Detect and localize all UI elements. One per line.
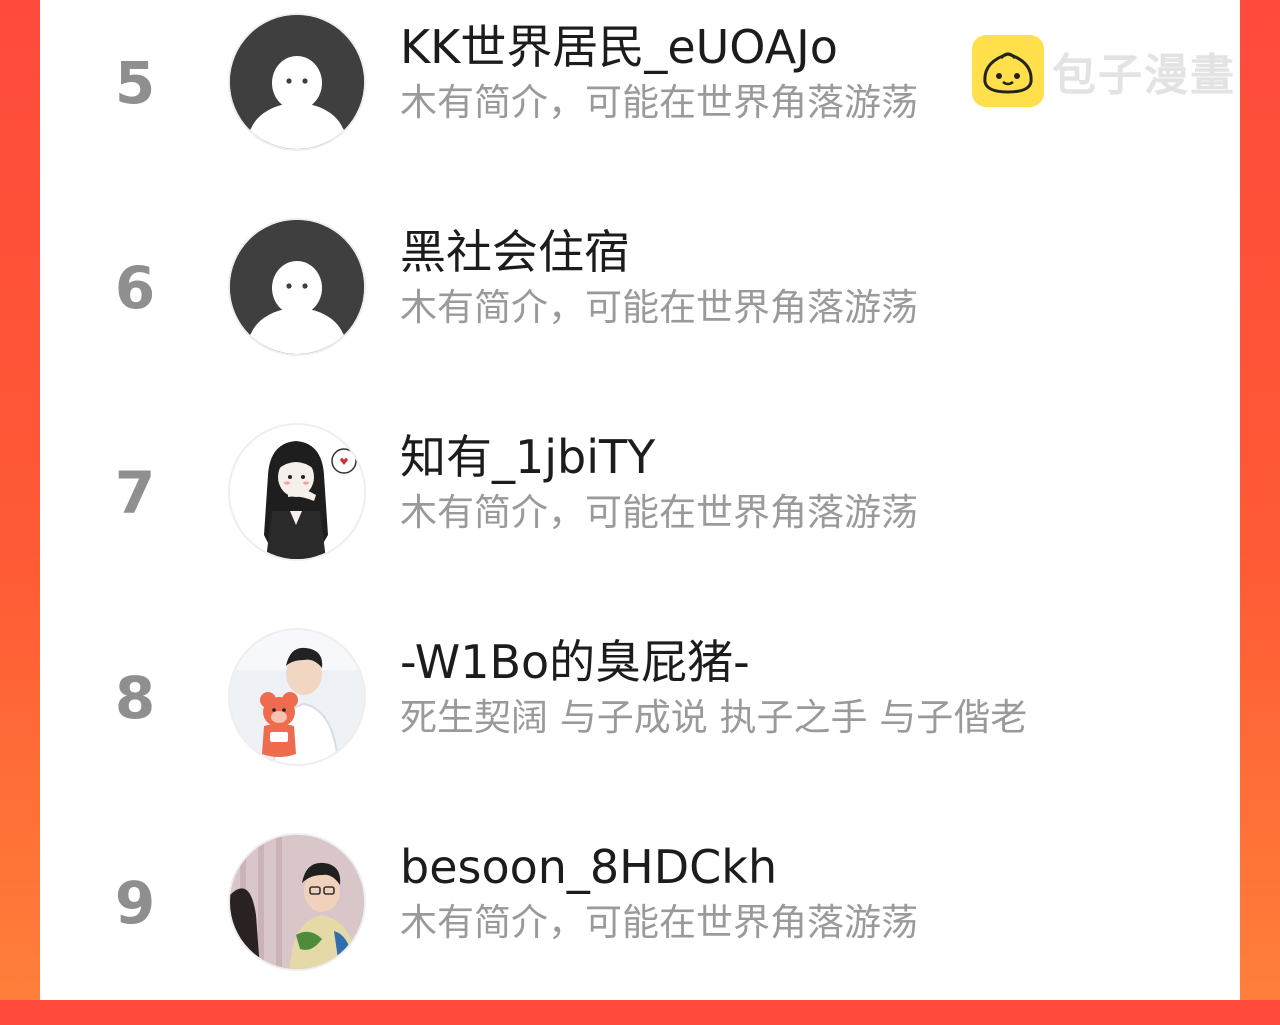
- default-avatar-icon[interactable]: [230, 220, 364, 354]
- rank-number: 8: [114, 664, 156, 732]
- rank-number: 5: [114, 49, 156, 117]
- rank-number: 7: [114, 459, 156, 527]
- user-name[interactable]: -W1Bo的臭屁猪-: [400, 633, 750, 691]
- list-item[interactable]: 8 -W1Bo的臭屁猪- 死生契阔 与子成说 执子之手 与子偕老: [40, 615, 1240, 820]
- list-item[interactable]: 9 besoon_8HDCkh 木有简介，可能在世界角落游荡: [40, 820, 1240, 1025]
- photo-avatar-person[interactable]: [230, 835, 364, 969]
- rank-number: 9: [114, 869, 156, 937]
- user-bio: 木有简介，可能在世界角落游荡: [400, 491, 918, 534]
- default-avatar-icon[interactable]: [230, 15, 364, 149]
- rank-number: 6: [114, 254, 156, 322]
- user-name[interactable]: KK世界居民_eUOAJo: [400, 18, 838, 76]
- user-bio: 死生契阔 与子成说 执子之手 与子偕老: [400, 696, 1028, 739]
- list-item[interactable]: 6 黑社会住宿 木有简介，可能在世界角落游荡: [40, 205, 1240, 410]
- watermark-text: 包子漫畫: [1052, 50, 1236, 101]
- photo-avatar-bear[interactable]: [230, 630, 364, 764]
- anime-girl-avatar[interactable]: [230, 425, 364, 559]
- user-name[interactable]: besoon_8HDCkh: [400, 838, 777, 896]
- ranking-list: 5 KK世界居民_eUOAJo 木有简介，可能在世界角落游荡 6 黑社会住宿 木…: [40, 0, 1240, 1000]
- user-bio: 木有简介，可能在世界角落游荡: [400, 286, 918, 329]
- watermark: 包子漫畫: [972, 34, 1236, 108]
- user-bio: 木有简介，可能在世界角落游荡: [400, 81, 918, 124]
- list-item[interactable]: 7 知有_1jbiTY 木有简介，可能在世界角落游荡: [40, 410, 1240, 615]
- user-name[interactable]: 黑社会住宿: [400, 223, 630, 281]
- bun-logo-icon: [972, 35, 1044, 107]
- user-name[interactable]: 知有_1jbiTY: [400, 428, 655, 486]
- user-bio: 木有简介，可能在世界角落游荡: [400, 901, 918, 944]
